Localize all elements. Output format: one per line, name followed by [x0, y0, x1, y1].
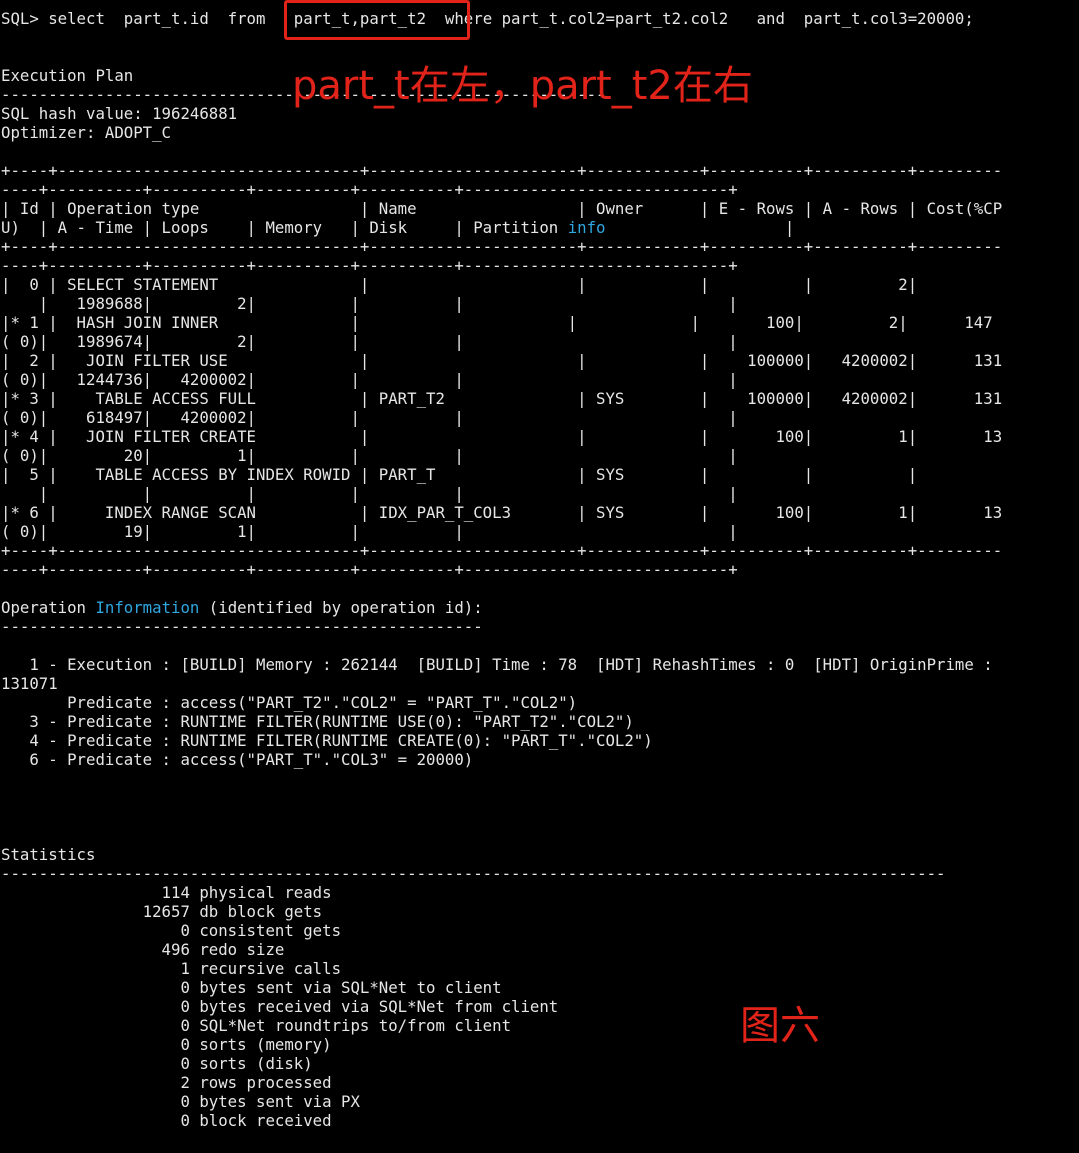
stat-line: 0 bytes received via SQL*Net from client	[1, 997, 559, 1016]
stat-line: 0 SQL*Net roundtrips to/from client	[1, 1016, 512, 1035]
opinfo-title: Operation Information (identified by ope…	[1, 598, 483, 617]
plan-title: Execution Plan	[1, 66, 134, 85]
opinfo-line: 4 - Predicate : RUNTIME FILTER(RUNTIME C…	[1, 731, 653, 750]
plan-row-0-line2: | 1989688| 2| | | |	[1, 294, 738, 313]
stat-line: 12657 db block gets	[1, 902, 323, 921]
opinfo-rule: ----------------------------------------…	[1, 617, 483, 636]
stat-line: 0 sorts (memory)	[1, 1035, 332, 1054]
table-separator: ----+----------+----------+----------+--…	[1, 560, 738, 579]
opinfo-line: 131071	[1, 674, 58, 693]
statistics-rule: ----------------------------------------…	[1, 864, 946, 883]
opinfo-title-keyword: Information	[95, 598, 200, 617]
table-separator: ----+----------+----------+----------+--…	[1, 256, 738, 275]
plan-row-6-line2: ( 0)| 19| 1| | | |	[1, 522, 738, 541]
opinfo-title-post: (identified by operation id):	[199, 598, 483, 617]
header2-tail: |	[605, 218, 795, 237]
sql-suffix: where part_t.col2=part_t2.col2 and part_…	[435, 9, 974, 28]
optimizer-line: Optimizer: ADOPT_C	[1, 123, 172, 142]
stat-line: 0 consistent gets	[1, 921, 342, 940]
table-header-line1: | Id | Operation type | Name | Owner | E…	[1, 199, 1003, 218]
stat-line: 2 rows processed	[1, 1073, 332, 1092]
opinfo-line: 1 - Execution : [BUILD] Memory : 262144 …	[1, 655, 993, 674]
plan-row-5-line1: | 5 | TABLE ACCESS BY INDEX ROWID | PART…	[1, 465, 918, 484]
stat-line: 0 block received	[1, 1111, 332, 1130]
opinfo-line: Predicate : access("PART_T2"."COL2" = "P…	[1, 693, 578, 712]
plan-row-3-line2: ( 0)| 618497| 4200002| | | |	[1, 408, 738, 427]
stat-line: 114 physical reads	[1, 883, 332, 902]
opinfo-line: 6 - Predicate : access("PART_T"."COL3" =…	[1, 750, 474, 769]
sql-hash-value: SQL hash value: 196246881	[1, 104, 238, 123]
table-separator: +----+--------------------------------+-…	[1, 541, 1003, 560]
header2-text: U) | A - Time | Loops | Memory | Disk | …	[1, 218, 568, 237]
stat-line: 0 sorts (disk)	[1, 1054, 313, 1073]
table-separator: ----+----------+----------+----------+--…	[1, 180, 738, 199]
terminal-window: SQL> select part_t.id from part_t,part_t…	[0, 0, 1079, 1153]
opinfo-line: 3 - Predicate : RUNTIME FILTER(RUNTIME U…	[1, 712, 634, 731]
plan-row-4-line1: |* 4 | JOIN FILTER CREATE | | | 100| 1| …	[1, 427, 1003, 446]
stat-line: 0 bytes sent via PX	[1, 1092, 360, 1111]
sql-prefix: SQL> select part_t.id from	[1, 9, 285, 28]
stat-line: 0 bytes sent via SQL*Net to client	[1, 978, 502, 997]
figure-label: 图六	[740, 1003, 820, 1049]
plan-row-0-line1: | 0 | SELECT STATEMENT | | | | 2|	[1, 275, 918, 294]
plan-row-4-line2: ( 0)| 20| 1| | | |	[1, 446, 738, 465]
opinfo-title-pre: Operation	[1, 598, 96, 617]
plan-row-2-line2: ( 0)| 1244736| 4200002| | | |	[1, 370, 738, 389]
annotation-table-order: part_t在左，part_t2在右	[292, 63, 753, 109]
sql-command-line: SQL> select part_t.id from part_t,part_t…	[1, 9, 974, 28]
plan-row-1-line1: |* 1 | HASH JOIN INNER | | | 100| 2| 147	[1, 313, 993, 332]
statistics-title: Statistics	[1, 845, 96, 864]
stat-line: 496 redo size	[1, 940, 285, 959]
plan-row-1-line2: ( 0)| 1989674| 2| | | |	[1, 332, 738, 351]
header2-info-keyword: info	[567, 218, 606, 237]
table-separator: +----+--------------------------------+-…	[1, 161, 1003, 180]
plan-row-5-line2: | | | | | |	[1, 484, 738, 503]
tables-highlight-box	[284, 0, 470, 40]
table-separator: +----+--------------------------------+-…	[1, 237, 1003, 256]
plan-row-2-line1: | 2 | JOIN FILTER USE | | | 100000| 4200…	[1, 351, 1003, 370]
plan-row-3-line1: |* 3 | TABLE ACCESS FULL | PART_T2 | SYS…	[1, 389, 1003, 408]
stat-line: 1 recursive calls	[1, 959, 342, 978]
table-header-line2: U) | A - Time | Loops | Memory | Disk | …	[1, 218, 794, 237]
plan-row-6-line1: |* 6 | INDEX RANGE SCAN | IDX_PAR_T_COL3…	[1, 503, 1003, 522]
